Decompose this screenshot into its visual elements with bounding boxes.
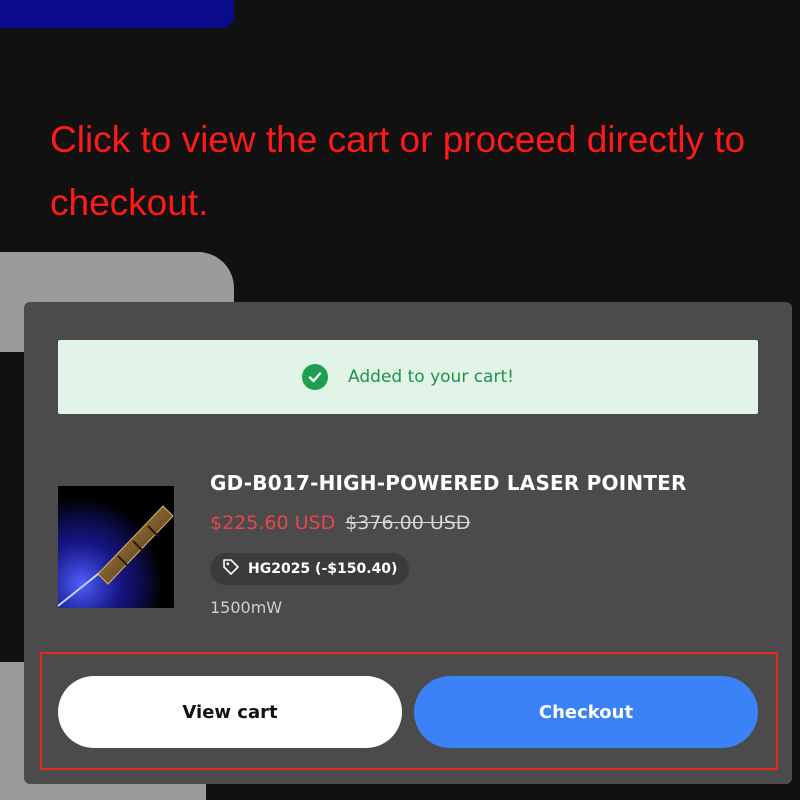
- price-row: $225.60 USD $376.00 USD: [210, 512, 470, 534]
- original-price: $376.00 USD: [345, 512, 471, 534]
- cart-drawer: Added to your cart! GD-B017-HIGH-POWERED…: [24, 302, 792, 784]
- discount-badge: HG2025 (-$150.40): [210, 553, 410, 585]
- notice-message: Added to your cart!: [348, 367, 514, 387]
- product-image[interactable]: [58, 486, 174, 608]
- checkout-button[interactable]: Checkout: [414, 676, 758, 748]
- added-to-cart-notice: Added to your cart!: [58, 340, 758, 414]
- top-nav-bar: [0, 0, 234, 28]
- product-variant: 1500mW: [210, 598, 283, 617]
- discount-code: HG2025 (-$150.40): [248, 561, 398, 577]
- check-circle-icon: [302, 364, 329, 390]
- tag-icon: [222, 558, 240, 580]
- product-title[interactable]: GD-B017-HIGH-POWERED LASER POINTER: [210, 471, 687, 495]
- sale-price: $225.60 USD: [210, 512, 336, 534]
- view-cart-button[interactable]: View cart: [58, 676, 402, 748]
- instruction-caption: Click to view the cart or proceed direct…: [50, 119, 746, 223]
